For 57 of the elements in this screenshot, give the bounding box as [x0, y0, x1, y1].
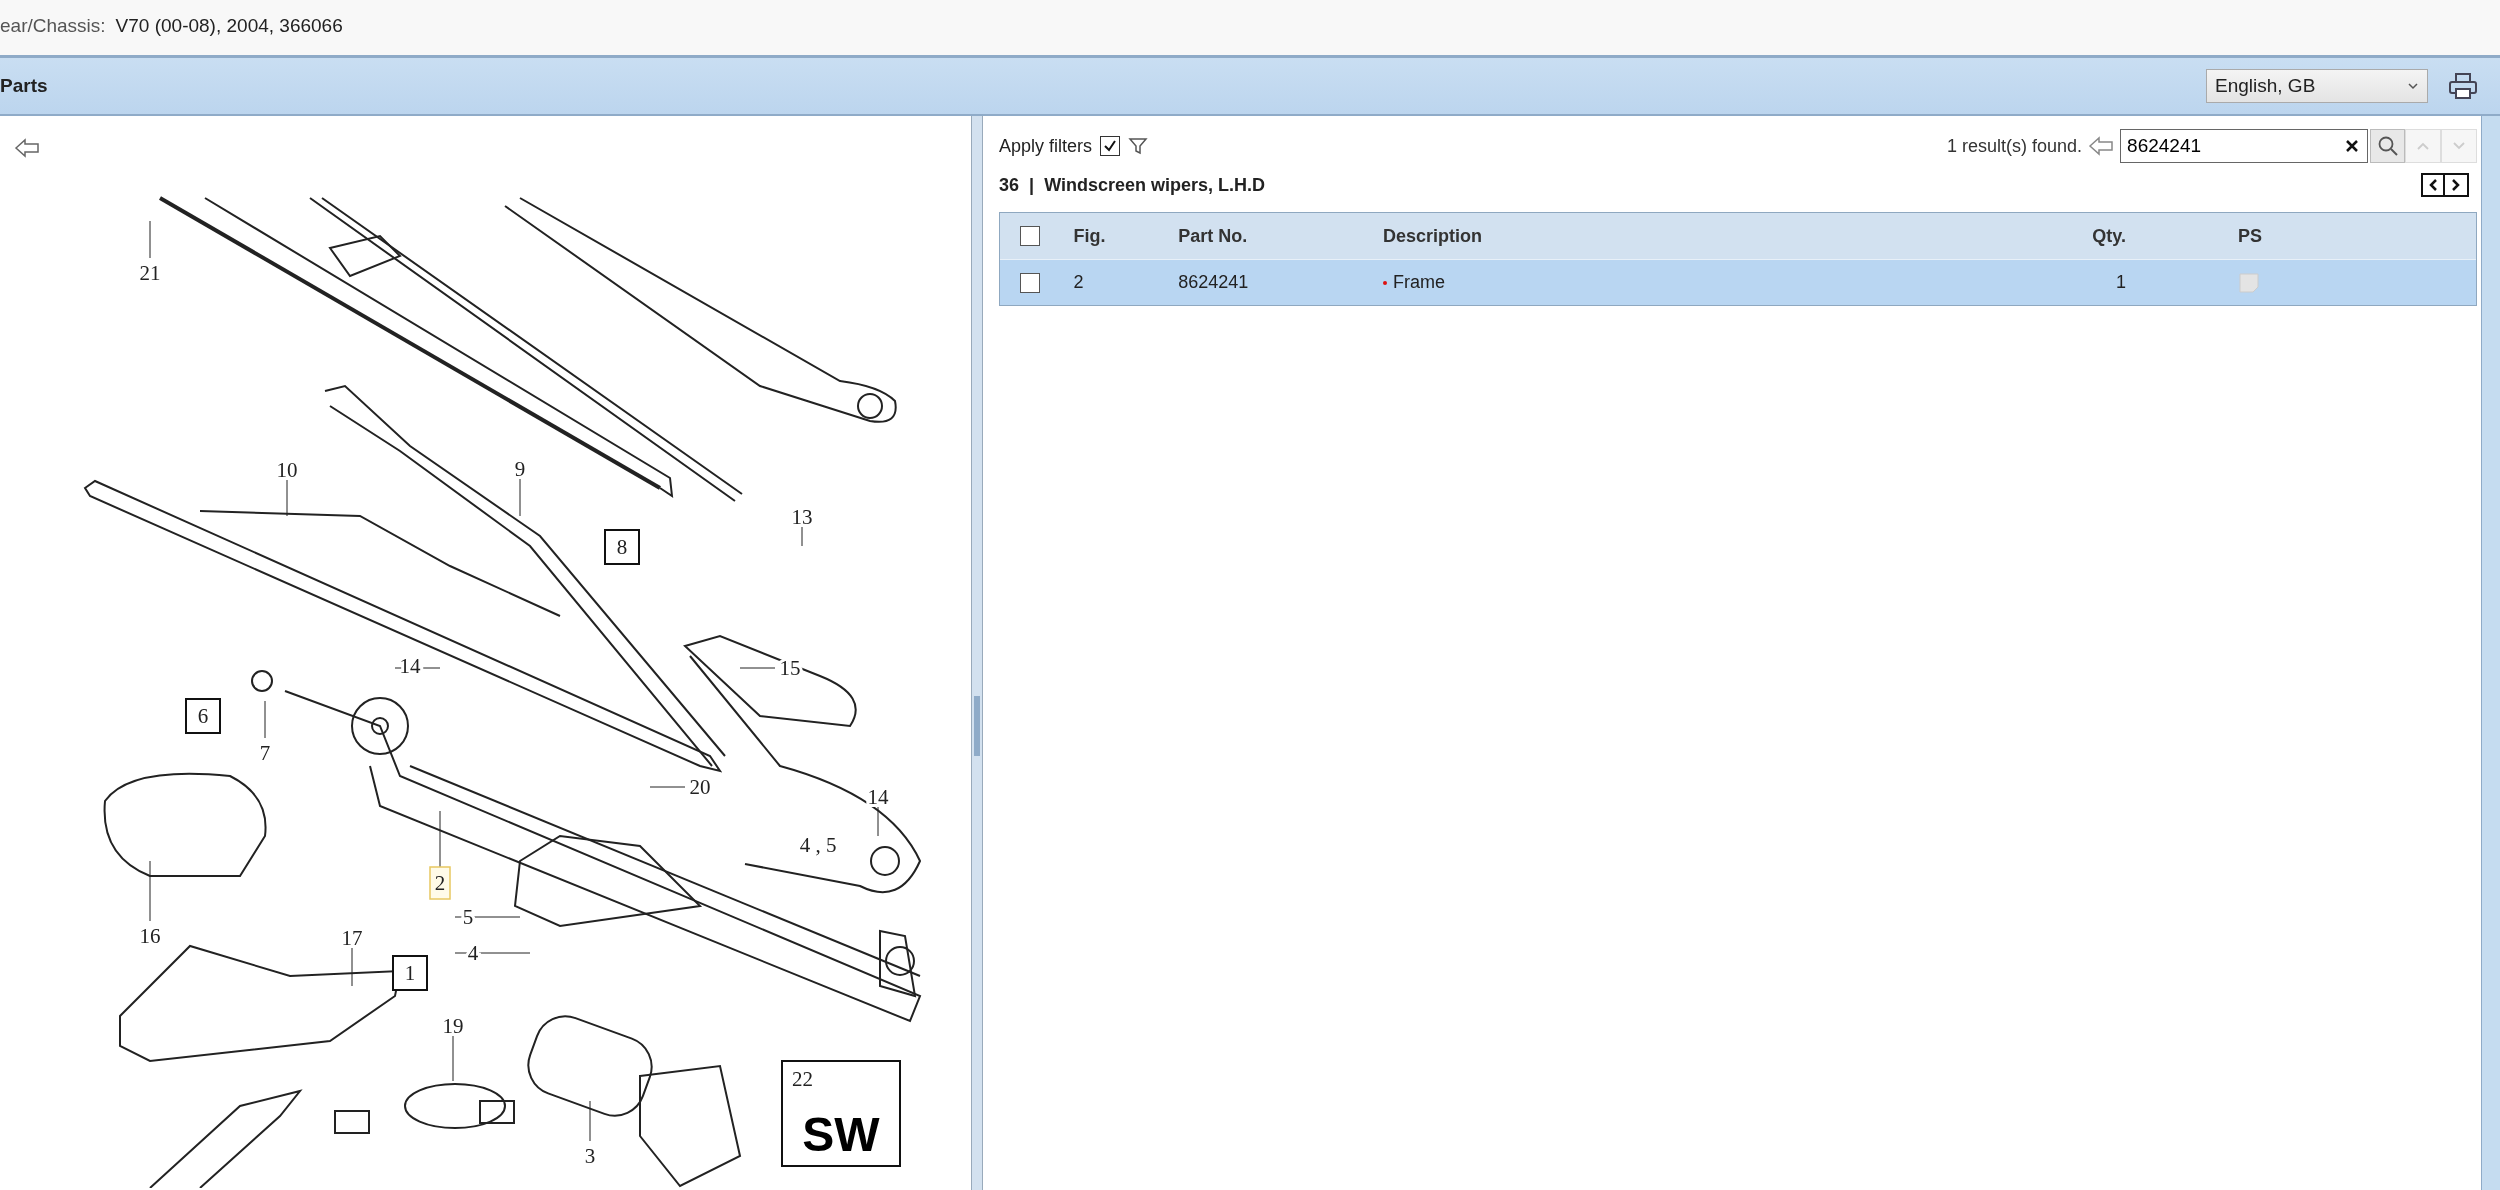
column-header[interactable]: PS: [2125, 225, 2477, 247]
table-cell: Frame: [1393, 272, 1445, 293]
chevron-down-icon: [2407, 82, 2419, 90]
column-header[interactable]: Qty.: [1992, 225, 2126, 247]
callout-label[interactable]: 16: [139, 924, 161, 948]
print-icon[interactable]: [2448, 72, 2478, 100]
search-field[interactable]: 8624241: [2120, 129, 2369, 163]
select-all-checkbox[interactable]: [1020, 226, 1041, 246]
callout-label[interactable]: 6: [185, 698, 221, 734]
callout-label[interactable]: 13: [791, 505, 813, 529]
chevron-up-icon: [2416, 141, 2431, 151]
callout-label[interactable]: 3: [584, 1144, 596, 1168]
apply-filters-label: Apply filters: [999, 135, 1093, 157]
search-icon: [2376, 135, 2399, 157]
previous-button[interactable]: [2421, 173, 2446, 197]
column-header[interactable]: Fig.: [1073, 225, 1179, 247]
vehicle-value: V70 (00-08), 2004, 366066: [115, 14, 343, 37]
callout-label[interactable]: 14: [399, 654, 421, 678]
callout-label[interactable]: 17: [341, 926, 363, 950]
row-checkbox[interactable]: [1020, 272, 1041, 293]
group-number: 36: [999, 174, 1020, 196]
callout-label[interactable]: 2: [429, 866, 451, 900]
callout-label[interactable]: 21: [139, 261, 161, 285]
chevron-left-icon: [2428, 178, 2439, 192]
language-dropdown[interactable]: English, GB: [2206, 69, 2428, 103]
group-title: Windscreen wipers, L.H.D: [1044, 174, 1266, 196]
separator: |: [1029, 174, 1035, 196]
search-button[interactable]: [2370, 129, 2406, 163]
filter-icon[interactable]: [1128, 136, 1149, 156]
back-arrow-icon[interactable]: [2088, 136, 2115, 156]
callout-label[interactable]: 8: [604, 529, 640, 565]
column-header[interactable]: Part No.: [1178, 225, 1383, 247]
callout-label[interactable]: 1: [392, 955, 428, 991]
back-arrow-icon[interactable]: [14, 138, 40, 158]
table-cell-text: 2: [1073, 272, 1085, 293]
vehicle-label: ear/Chassis:: [0, 14, 106, 37]
callout-label[interactable]: 4 , 5: [799, 833, 837, 857]
callout-label[interactable]: 20: [689, 775, 711, 799]
callout-label[interactable]: 10: [276, 458, 298, 482]
result-count: 1 result(s) found.: [1947, 135, 2083, 157]
chevron-right-icon: [2451, 178, 2462, 192]
code-box: 22 SW: [781, 1060, 901, 1167]
column-header[interactable]: Description: [1383, 225, 1993, 247]
callout-label[interactable]: 19: [442, 1014, 464, 1038]
apply-filters-checkbox[interactable]: [1100, 136, 1121, 156]
callout-label[interactable]: 14: [867, 785, 889, 809]
close-icon[interactable]: [2344, 138, 2361, 154]
callout-label[interactable]: 5: [462, 905, 474, 929]
bullet-icon: [1383, 280, 1387, 285]
callout-label[interactable]: 7: [259, 741, 271, 765]
next-button[interactable]: [2445, 173, 2470, 197]
table-cell-text: 1: [2114, 272, 2126, 293]
panel-title: Parts: [0, 75, 48, 97]
table-cell-text: 8624241: [1178, 272, 1250, 293]
callout-label[interactable]: 9: [514, 457, 526, 481]
callout-label[interactable]: 4: [467, 941, 479, 965]
chevron-down-icon: [2452, 141, 2467, 151]
